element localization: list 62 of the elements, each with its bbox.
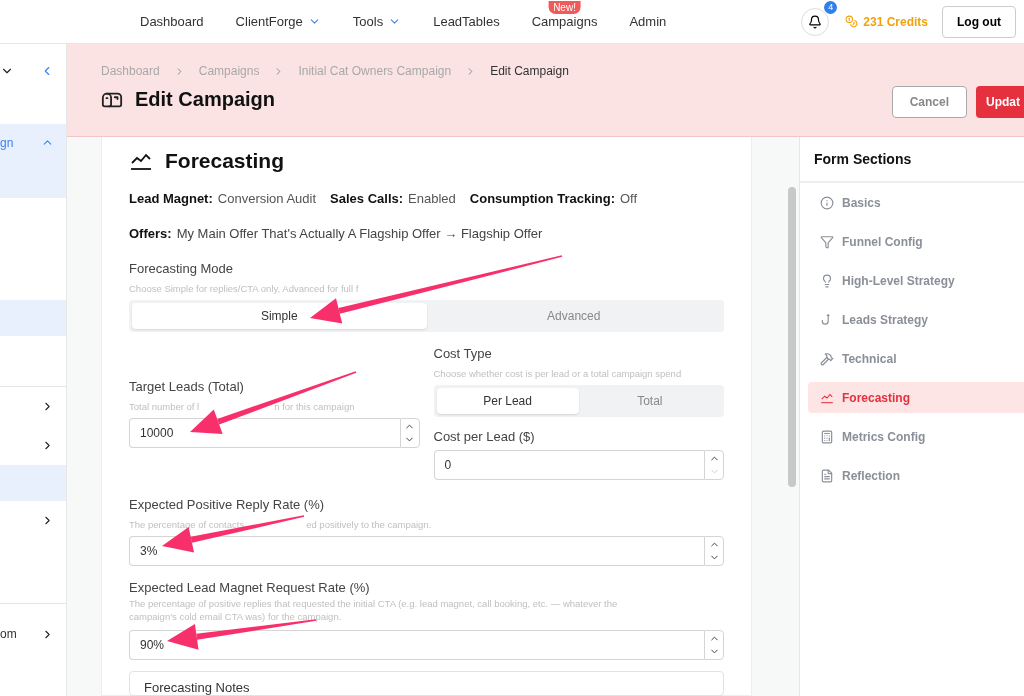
summary-label: Sales Calls:	[330, 191, 404, 206]
bell-icon	[808, 14, 823, 29]
summary-value: Conversion Audit	[217, 191, 317, 206]
section-link[interactable]: Technical	[808, 343, 1024, 374]
sidebar-item-label: gn	[0, 136, 14, 150]
sidebar-item[interactable]: om	[0, 604, 66, 664]
number-input[interactable]: 0	[433, 450, 704, 480]
section-link[interactable]: Reflection	[808, 460, 1024, 491]
update-button[interactable]: Updat	[976, 86, 1024, 118]
section-link[interactable]: Basics	[808, 187, 1024, 218]
mode-option[interactable]: Simple	[132, 303, 427, 329]
notes-label: Forecasting Notes	[144, 680, 251, 695]
logout-button[interactable]: Log out	[942, 5, 1016, 38]
notifications-button[interactable]	[801, 7, 830, 36]
cost-type-option[interactable]: Total	[578, 388, 721, 414]
number-input[interactable]: 3%	[129, 536, 704, 566]
field-label: Cost Type	[433, 346, 493, 361]
field-label: Cost per Lead ($)	[433, 429, 536, 444]
field-hint: n for this campaign	[274, 400, 355, 413]
nav-link[interactable]: Tools	[352, 14, 402, 29]
section-link[interactable]: Leads Strategy	[808, 304, 1024, 335]
notification-count: 4	[824, 0, 838, 14]
calculator-icon	[820, 429, 834, 444]
section-title: Forecasting	[165, 149, 285, 173]
nav-link[interactable]: ClientForge	[235, 14, 321, 29]
nav-link[interactable]: Campaigns	[531, 14, 598, 29]
sidebar-item[interactable]: gn	[0, 124, 66, 198]
scrollbar[interactable]	[788, 187, 796, 487]
summary-label: Offers:	[129, 226, 172, 241]
nav-link[interactable]: LeadTables	[433, 14, 500, 29]
summary-label: Consumption Tracking:	[469, 191, 615, 206]
section-link[interactable]: Forecasting	[808, 382, 1024, 413]
lightbulb-icon	[820, 273, 834, 288]
sidebar-item-label: om	[0, 627, 17, 641]
section-link[interactable]: High-Level Strategy	[808, 265, 1024, 296]
number-input[interactable]: 90%	[129, 630, 704, 660]
nav-link[interactable]: Admin	[629, 14, 667, 29]
field-label: Expected Lead Magnet Request Rate (%)	[129, 580, 371, 595]
number-input[interactable]: 10000	[129, 418, 400, 448]
info-icon	[820, 195, 834, 210]
panel-title: Form Sections	[800, 137, 1024, 183]
cancel-button[interactable]: Cancel	[891, 86, 967, 118]
mode-option[interactable]: Advanced	[426, 303, 721, 329]
summary-value: Off	[619, 191, 638, 206]
credits-label: 231 Credits	[863, 14, 928, 29]
breadcrumb-link[interactable]: Edit Campaign	[490, 64, 569, 78]
section-link[interactable]: Metrics Config	[808, 421, 1024, 452]
field-label: Expected Positive Reply Rate (%)	[129, 497, 326, 512]
cost-type-option[interactable]: Per Lead	[436, 388, 579, 414]
document-icon	[820, 468, 834, 483]
field-label: Forecasting Mode	[129, 261, 235, 276]
new-badge: New!	[548, 1, 581, 14]
summary-label: Lead Magnet:	[129, 191, 213, 206]
page-title: Edit Campaign	[135, 88, 275, 111]
field-label: Target Leads (Total)	[129, 379, 245, 394]
summary-value: My Main Offer That's Actually A Flagship Offer → Flagship Offer	[176, 226, 543, 241]
funnel-icon	[820, 234, 834, 249]
summary-value: Enabled	[408, 191, 456, 206]
nav-link[interactable]: Dashboard	[140, 14, 204, 29]
section-link[interactable]: Funnel Config	[808, 226, 1024, 257]
coins-icon	[845, 15, 859, 28]
hammer-icon	[820, 351, 834, 366]
